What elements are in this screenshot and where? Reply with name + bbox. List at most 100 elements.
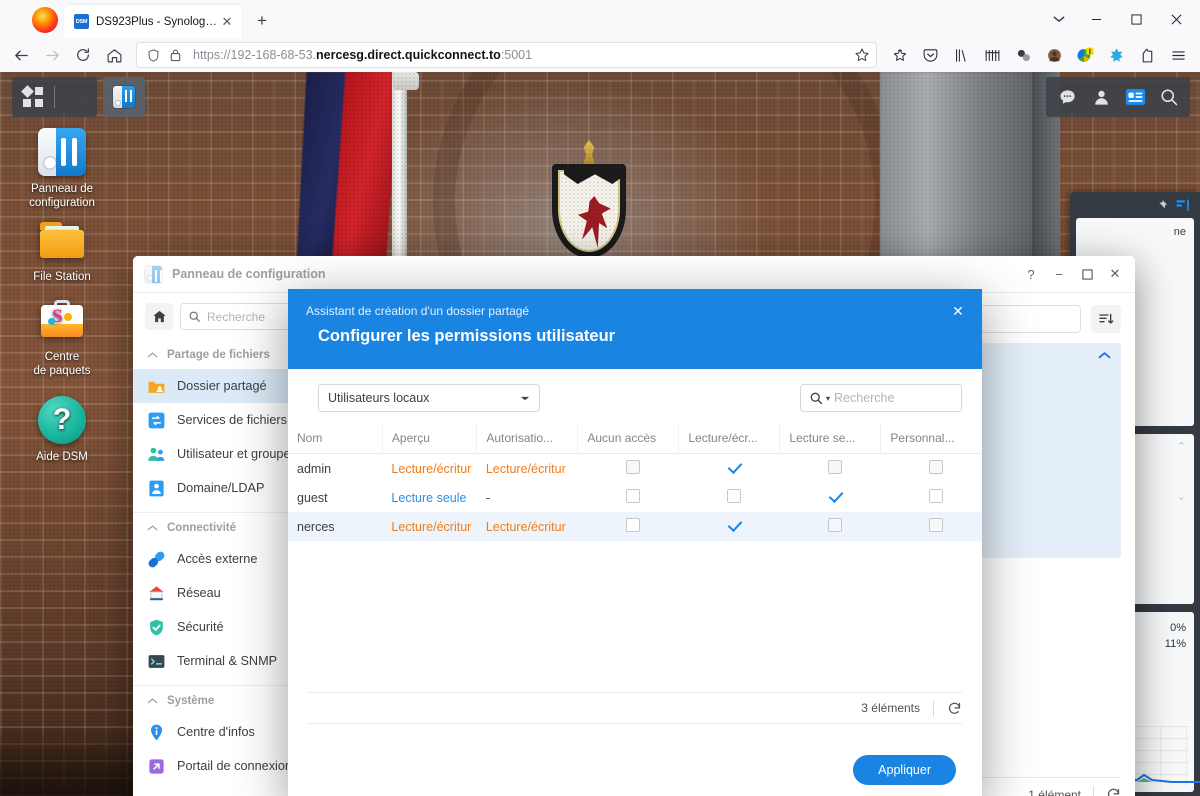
profile-avatar-icon[interactable] xyxy=(1039,41,1070,69)
main-menu-button[interactable] xyxy=(12,77,54,117)
back-button[interactable] xyxy=(6,41,36,69)
list-all-tabs-icon[interactable] xyxy=(1042,4,1076,34)
sidebar-item-label: Domaine/LDAP xyxy=(177,481,265,495)
user-options-button[interactable] xyxy=(1084,77,1118,117)
widget-text-fragment: ne xyxy=(1173,226,1186,238)
desktop-icon-control-panel[interactable]: Panneau de configuration xyxy=(12,128,112,210)
desktop-icon-package-center[interactable]: S Centre de paquets xyxy=(12,296,112,378)
maximize-window-button[interactable] xyxy=(1116,2,1156,36)
checkbox-read-write[interactable] xyxy=(727,460,741,474)
checkbox-no-access[interactable] xyxy=(625,518,640,532)
taskbar-item-control-panel[interactable] xyxy=(103,77,145,117)
home-button[interactable] xyxy=(145,303,173,330)
desktop-icon-dsm-help[interactable]: ? Aide DSM xyxy=(12,396,112,464)
sidebar-search-placeholder: Recherche xyxy=(207,309,266,324)
pin-icon[interactable] xyxy=(1155,199,1168,212)
cell-preview-link[interactable]: Lecture/écritur xyxy=(391,520,476,534)
close-button[interactable]: ✕ xyxy=(1101,260,1129,288)
cell-permission-value: - xyxy=(485,490,491,505)
checkbox-custom[interactable] xyxy=(928,518,943,532)
checkbox-read-only[interactable] xyxy=(828,489,842,503)
pocket-icon[interactable] xyxy=(915,41,946,69)
search-icon xyxy=(1161,89,1178,106)
checkbox-read-only[interactable] xyxy=(827,518,842,532)
checkbox-no-access[interactable] xyxy=(625,489,640,503)
column-header-lecture-ecriture[interactable]: Lecture/écr... xyxy=(678,424,781,454)
scroll-up-icon[interactable]: ⌃ xyxy=(1177,440,1186,453)
column-header-personnalise[interactable]: Personnal... xyxy=(880,424,982,454)
url-domain: nercesg.direct.quickconnect.to xyxy=(316,48,501,62)
bookmark-star-icon[interactable] xyxy=(854,47,870,63)
reload-button[interactable] xyxy=(68,41,98,69)
control-panel-titlebar[interactable]: Panneau de configuration ? − ✕ xyxy=(133,256,1135,293)
chat-bubble-icon xyxy=(1059,89,1075,104)
user-search-input[interactable]: ▾ Recherche xyxy=(800,384,962,412)
column-header-lecture-seule[interactable]: Lecture se... xyxy=(779,424,882,454)
forward-button[interactable] xyxy=(37,41,67,69)
address-bar[interactable]: https://192-168-68-53.nercesg.direct.qui… xyxy=(136,42,877,68)
sort-descending-icon[interactable] xyxy=(1091,305,1121,333)
column-header-autorisation[interactable]: Autorisatio... xyxy=(476,424,579,454)
checkbox-read-write[interactable] xyxy=(726,489,741,503)
apply-button[interactable]: Appliquer xyxy=(853,755,956,785)
maximize-button[interactable] xyxy=(1073,260,1101,288)
minimize-button[interactable]: − xyxy=(1045,260,1073,288)
search-dropdown-icon xyxy=(810,392,823,404)
minimize-window-button[interactable] xyxy=(1076,2,1116,36)
new-tab-button[interactable]: + xyxy=(248,7,276,35)
dialog-body: Utilisateurs locaux ▾ Recherche Nom Aper… xyxy=(288,369,982,796)
chevron-down-icon xyxy=(520,395,530,402)
extension-puzzle-icon[interactable] xyxy=(1101,41,1132,69)
help-button[interactable]: ? xyxy=(1017,260,1045,288)
column-header-aucun-acces[interactable]: Aucun accès xyxy=(577,424,680,454)
column-header-apercu[interactable]: Aperçu xyxy=(382,424,478,454)
checkbox-custom[interactable] xyxy=(928,460,943,474)
tab-strip: DSM DS923Plus - Synology NAS ✕ + xyxy=(0,0,1200,38)
close-window-button[interactable] xyxy=(1156,2,1196,36)
app-menu-icon[interactable] xyxy=(1163,41,1194,69)
refresh-icon[interactable] xyxy=(947,701,962,716)
collapse-panel-icon[interactable] xyxy=(1176,199,1190,212)
login-portal-icon xyxy=(147,757,166,776)
desktop-icon-file-station[interactable]: File Station xyxy=(12,216,112,284)
checkbox-read-only[interactable] xyxy=(827,460,842,474)
close-tab-icon[interactable]: ✕ xyxy=(218,13,236,31)
chevron-up-icon[interactable] xyxy=(1098,351,1111,360)
close-icon[interactable]: ✕ xyxy=(948,301,968,321)
security-shield-icon xyxy=(147,618,166,637)
checkbox-custom[interactable] xyxy=(928,489,943,503)
extension-alert-icon[interactable] xyxy=(1070,41,1101,69)
widget-panel-button[interactable] xyxy=(1118,77,1152,117)
home-icon xyxy=(152,310,166,323)
sidebar-group-label: Connectivité xyxy=(167,522,237,534)
user-scope-select[interactable]: Utilisateurs locaux xyxy=(318,384,540,412)
library-icon[interactable] xyxy=(946,41,977,69)
vertical-tabs-icon[interactable] xyxy=(977,41,1008,69)
sidebar-item-label: Sécurité xyxy=(177,620,224,634)
table-row[interactable]: guest Lecture seule - xyxy=(288,483,982,512)
dialog-toolbar: Utilisateurs locaux ▾ Recherche xyxy=(288,369,982,412)
home-button[interactable] xyxy=(99,41,129,69)
scroll-down-icon[interactable]: ⌄ xyxy=(1177,490,1186,503)
shield-icon[interactable] xyxy=(143,46,163,64)
checkbox-no-access[interactable] xyxy=(625,460,640,474)
cell-permission-link[interactable]: Lecture/écritur xyxy=(486,462,578,476)
search-button[interactable] xyxy=(1152,77,1186,117)
column-header-nom[interactable]: Nom xyxy=(288,424,383,454)
checkbox-read-write[interactable] xyxy=(727,518,741,532)
cell-preview-link[interactable]: Lecture seule xyxy=(391,491,476,505)
table-row[interactable]: nerces Lecture/écritur Lecture/écritur xyxy=(288,512,982,541)
refresh-icon[interactable] xyxy=(1106,787,1121,796)
table-row[interactable]: admin Lecture/écritur Lecture/écritur xyxy=(288,454,982,484)
browser-tab[interactable]: DSM DS923Plus - Synology NAS ✕ xyxy=(64,5,242,38)
cell-preview-link[interactable]: Lecture/écritur xyxy=(391,462,476,476)
cell-permission-link[interactable]: Lecture/écritur xyxy=(486,520,578,534)
container-icon[interactable] xyxy=(1132,41,1163,69)
desktop-icon-label: Panneau de xyxy=(30,183,94,195)
sidebar-item-label: Réseau xyxy=(177,586,221,600)
control-panel-icon xyxy=(38,128,86,176)
extension-icon[interactable] xyxy=(1008,41,1039,69)
bookmark-star-toolbar-icon[interactable] xyxy=(884,41,915,69)
lock-icon[interactable] xyxy=(165,46,185,64)
notifications-button[interactable] xyxy=(1050,77,1084,117)
